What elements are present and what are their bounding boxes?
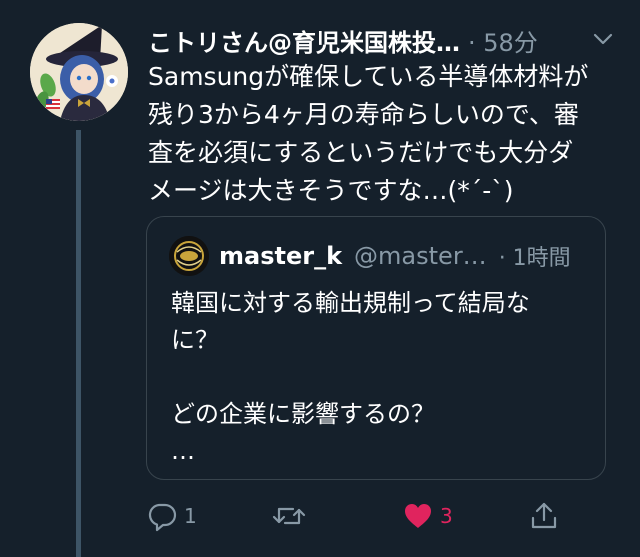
thread-line [76,130,81,557]
display-name[interactable]: こトリさん@育児米国株投… [148,23,460,58]
tweet-header: こトリさん@育児米国株投… · 58分 [148,22,618,58]
heart-icon [402,500,434,532]
share-button[interactable] [528,496,560,536]
chevron-down-icon[interactable] [592,28,614,50]
retweet-button[interactable] [271,496,313,536]
reply-icon [146,500,178,532]
timestamp[interactable]: · 58分 [468,23,538,58]
tweet-text: Samsungが確保している半導体材料が 残り3から4ヶ月の寿命らしいので、審 … [148,62,589,205]
share-icon [528,500,560,532]
quote-display-name: master_k [219,242,343,270]
quote-timestamp: · 1時間 [498,246,571,271]
quote-text: 韓国に対する輸出規制って結局な に？ どの企業に影響するの？ … [171,289,530,465]
reply-count: 1 [184,504,197,528]
quote-header: master_k @master… · 1時間 [219,237,571,275]
quote-avatar [169,236,209,276]
avatar-illustration [30,23,128,121]
like-count: 3 [440,504,453,528]
retweet-icon [271,500,307,532]
tweet[interactable]: こトリさん@育児米国株投… · 58分 Samsungが確保している半導体材料が… [0,0,640,557]
action-bar: 1 3 [146,496,566,536]
quoted-tweet[interactable]: master_k @master… · 1時間 韓国に対する輸出規制って結局な … [146,216,606,480]
quote-handle: @master… [354,242,487,270]
like-button[interactable]: 3 [402,496,453,536]
reply-button[interactable]: 1 [146,496,197,536]
avatar[interactable] [30,23,128,121]
